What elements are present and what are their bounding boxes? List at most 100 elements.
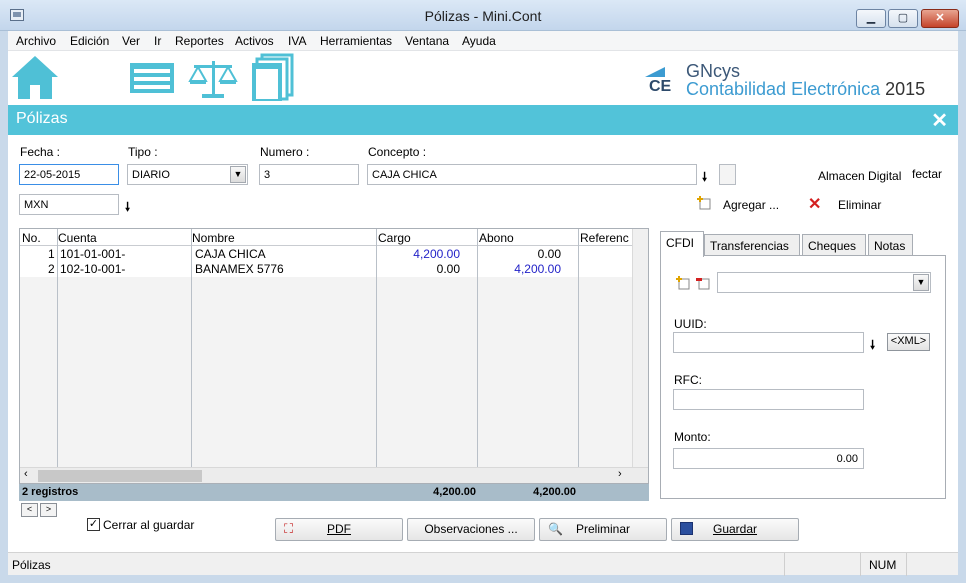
- scroll-left-icon[interactable]: ‹: [24, 468, 28, 480]
- observaciones-button[interactable]: Observaciones ...: [407, 518, 535, 541]
- title-bar: Pólizas - Mini.Cont ▁ ▢ ✕: [0, 0, 966, 31]
- agregar-button[interactable]: Agregar ...: [723, 198, 779, 212]
- add-row-icon[interactable]: [697, 196, 711, 210]
- column-header-referencia[interactable]: Referenc: [580, 231, 629, 245]
- total-cargo: 4,200.00: [433, 486, 476, 498]
- save-icon: [680, 522, 693, 535]
- moneda-download-icon[interactable]: 🠗: [125, 198, 130, 219]
- rfc-input[interactable]: [673, 389, 864, 410]
- moneda-input[interactable]: MXN: [19, 194, 119, 215]
- brand-subtitle: Contabilidad Electrónica 2015: [686, 79, 925, 100]
- totals-bar: 2 registros 4,200.00 4,200.00: [19, 484, 649, 501]
- pdf-button[interactable]: ⛶ PDF: [275, 518, 403, 541]
- numero-input[interactable]: 3: [259, 164, 359, 185]
- vertical-scrollbar[interactable]: [632, 229, 648, 467]
- num-lock-indicator: NUM: [860, 553, 906, 576]
- preliminar-button[interactable]: 🔍 Preliminar: [539, 518, 667, 541]
- window-frame-bottom: [0, 575, 966, 583]
- uuid-download-icon[interactable]: 🠗: [870, 336, 875, 357]
- row-cargo: 0.00: [436, 262, 460, 276]
- polizas-panel-header: Pólizas ✕: [8, 105, 958, 135]
- panel-title: Pólizas: [16, 110, 68, 127]
- column-header-nombre[interactable]: Nombre: [192, 231, 235, 245]
- status-panel: [784, 553, 838, 576]
- column-header-abono[interactable]: Abono: [479, 231, 514, 245]
- horizontal-scrollbar[interactable]: ‹ ›: [20, 467, 648, 483]
- menu-ventana[interactable]: Ventana: [405, 34, 449, 48]
- row-no: 1: [48, 247, 55, 261]
- cfdi-select[interactable]: ▼: [717, 272, 931, 293]
- menu-archivo[interactable]: Archivo: [16, 34, 56, 48]
- eliminar-button[interactable]: Eliminar: [838, 198, 881, 212]
- xml-button[interactable]: <XML>: [887, 333, 930, 351]
- column-header-cuenta[interactable]: Cuenta: [58, 231, 97, 245]
- fecha-input[interactable]: 22-05-2015: [19, 164, 119, 185]
- column-header-cargo[interactable]: Cargo: [378, 231, 411, 245]
- tab-transferencias[interactable]: Transferencias: [704, 234, 800, 256]
- rfc-label: RFC:: [674, 373, 702, 387]
- pdf-icon: ⛶: [284, 521, 294, 536]
- brand-year: 2015: [885, 79, 926, 99]
- row-cargo: 4,200.00: [413, 247, 460, 261]
- concepto-download-icon[interactable]: 🠗: [702, 168, 707, 189]
- window-frame-left: [0, 31, 8, 583]
- previous-record-button[interactable]: <: [21, 503, 38, 517]
- chevron-down-icon[interactable]: ▼: [230, 166, 246, 183]
- tab-cheques[interactable]: Cheques: [802, 234, 866, 256]
- scroll-thumb[interactable]: [38, 470, 202, 482]
- row-abono: 4,200.00: [514, 262, 561, 276]
- menu-ir[interactable]: Ir: [154, 34, 161, 48]
- status-bar: Pólizas NUM: [8, 552, 958, 576]
- records-count: 2 registros: [22, 486, 79, 498]
- tab-notas[interactable]: Notas: [868, 234, 913, 256]
- uuid-label: UUID:: [674, 317, 707, 331]
- minimize-button[interactable]: ▁: [856, 9, 886, 28]
- next-record-button[interactable]: >: [40, 503, 57, 517]
- documents-icon[interactable]: [250, 53, 294, 103]
- menu-bar: Archivo Edición Ver Ir Reportes Activos …: [8, 31, 958, 51]
- concepto-label: Concepto :: [368, 145, 427, 159]
- total-abono: 4,200.00: [533, 486, 576, 498]
- menu-reportes[interactable]: Reportes: [175, 34, 224, 48]
- table-row[interactable]: 1 101-01-001- CAJA CHICA 4,200.00 0.00: [20, 247, 632, 261]
- tipo-value: DIARIO: [132, 169, 170, 181]
- almacen-digital-label: Almacen Digital: [818, 169, 902, 183]
- add-cfdi-icon[interactable]: [676, 276, 690, 290]
- window-title: Pólizas - Mini.Cont: [424, 8, 542, 24]
- tipo-label: Tipo :: [128, 145, 158, 159]
- maximize-button[interactable]: ▢: [888, 9, 918, 28]
- uuid-input[interactable]: [673, 332, 864, 353]
- ledger-icon[interactable]: [128, 61, 176, 95]
- menu-edicion[interactable]: Edición: [70, 34, 109, 48]
- menu-herramientas[interactable]: Herramientas: [320, 34, 392, 48]
- tipo-select[interactable]: DIARIO ▼: [127, 164, 248, 185]
- monto-input[interactable]: 0.00: [673, 448, 864, 469]
- row-nombre: BANAMEX 5776: [195, 262, 284, 276]
- ce-logo-text: CE: [649, 78, 672, 95]
- menu-iva[interactable]: IVA: [288, 34, 306, 48]
- delete-icon[interactable]: ✕: [808, 194, 821, 214]
- chevron-down-icon[interactable]: ▼: [913, 274, 929, 291]
- table-row[interactable]: 2 102-10-001- BANAMEX 5776 0.00 4,200.00: [20, 262, 632, 276]
- row-cuenta: 101-01-001-: [60, 247, 126, 261]
- ce-logo-icon: CE: [645, 65, 683, 95]
- panel-close-icon[interactable]: ✕: [931, 108, 948, 133]
- concepto-input[interactable]: CAJA CHICA: [367, 164, 697, 185]
- row-no: 2: [48, 262, 55, 276]
- home-icon[interactable]: [10, 53, 60, 101]
- window-frame-right: [958, 31, 966, 583]
- column-header-no[interactable]: No.: [22, 231, 41, 245]
- cerrar-al-guardar-checkbox[interactable]: ✓: [87, 518, 100, 531]
- balance-scale-icon[interactable]: [188, 57, 238, 99]
- concepto-extra-button[interactable]: [719, 164, 736, 185]
- numero-label: Numero :: [260, 145, 310, 159]
- menu-ver[interactable]: Ver: [122, 34, 140, 48]
- menu-ayuda[interactable]: Ayuda: [462, 34, 496, 48]
- tab-cfdi[interactable]: CFDI: [660, 231, 704, 257]
- close-window-button[interactable]: ✕: [921, 9, 959, 28]
- menu-activos[interactable]: Activos: [235, 34, 274, 48]
- scroll-right-icon[interactable]: ›: [618, 468, 622, 480]
- guardar-button[interactable]: Guardar: [671, 518, 799, 541]
- remove-cfdi-icon[interactable]: [696, 276, 710, 290]
- polizas-grid[interactable]: No. Cuenta Nombre Cargo Abono Referenc 1…: [19, 228, 649, 484]
